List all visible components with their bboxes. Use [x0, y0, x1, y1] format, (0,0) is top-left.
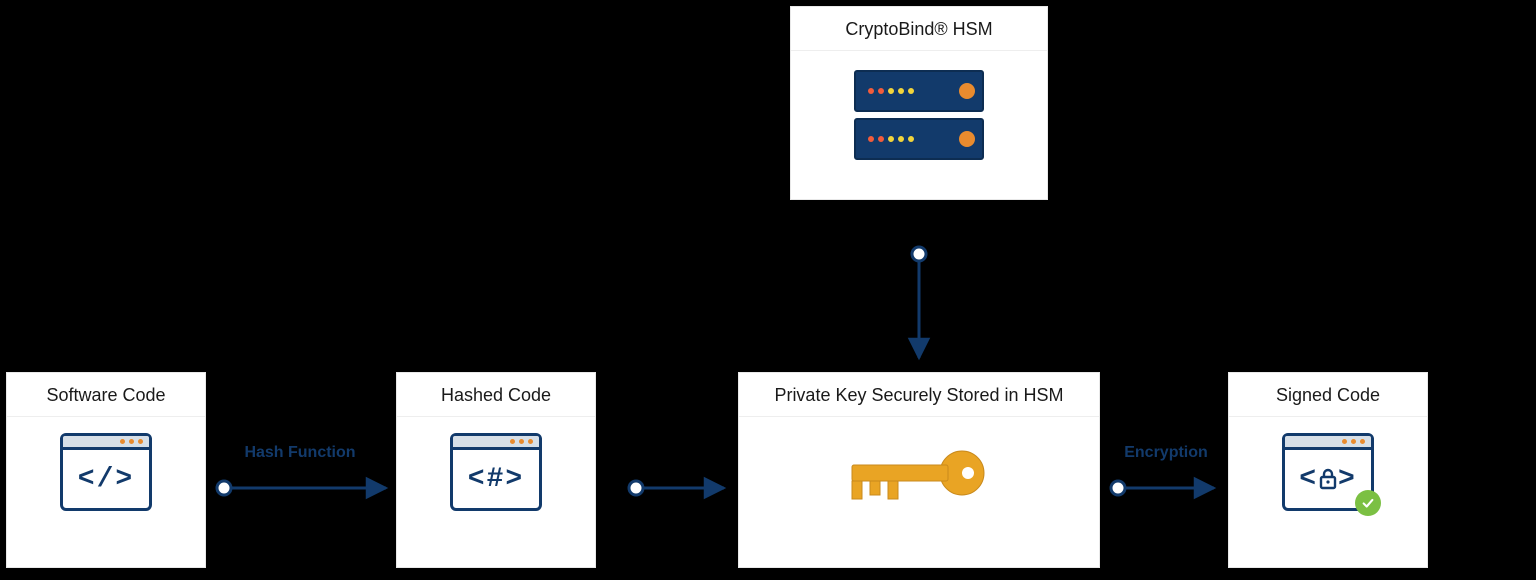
connectors: [0, 0, 1536, 580]
